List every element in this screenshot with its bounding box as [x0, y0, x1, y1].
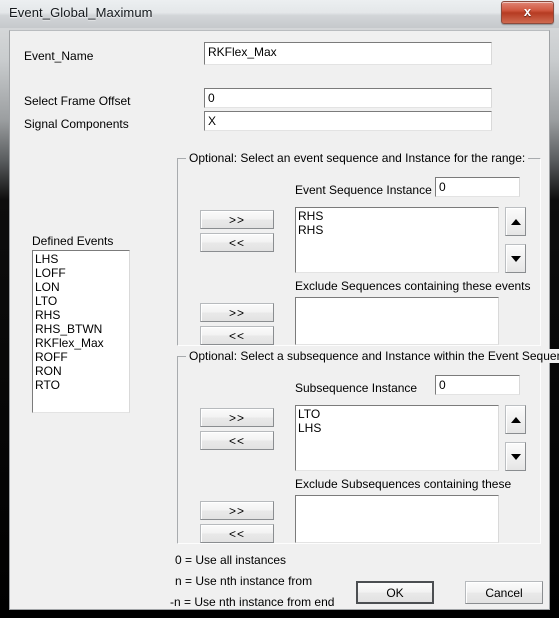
list-item[interactable]: RHS — [298, 209, 498, 223]
ok-button[interactable]: OK — [356, 581, 434, 604]
event-sequence-groupbox: Optional: Select an event sequence and I… — [177, 151, 541, 346]
down-arrow-icon — [510, 255, 521, 262]
down-arrow-icon — [510, 453, 521, 460]
list-item[interactable]: RON — [35, 364, 129, 378]
subsequence-instance-label: Subsequence Instance — [295, 381, 418, 395]
subsequence-scroll-down-button[interactable] — [505, 442, 526, 471]
dialog-window: Event_Global_Maximum x Event_Name RKFlex… — [0, 0, 559, 618]
subsequence-listbox[interactable]: LTO LHS — [295, 405, 499, 471]
close-button[interactable]: x — [501, 1, 554, 24]
subsequence-items: LTO LHS — [298, 407, 498, 435]
up-arrow-icon — [510, 218, 521, 225]
list-item[interactable]: RTO — [35, 378, 129, 392]
event-sequence-items: RHS RHS — [298, 209, 498, 237]
exclude-subsequences-add-button[interactable]: >> — [200, 501, 274, 520]
event-sequence-add-button[interactable]: >> — [200, 210, 274, 229]
event-name-label: Event_Name — [24, 49, 94, 63]
exclude-subsequences-listbox[interactable] — [295, 495, 499, 543]
signal-components-label: Signal Components — [24, 117, 129, 131]
exclude-sequences-label: Exclude Sequences containing these event… — [295, 279, 531, 293]
defined-events-label: Defined Events — [32, 234, 114, 248]
subsequence-groupbox-title: Optional: Select a subsequence and Insta… — [186, 349, 559, 363]
exclude-subsequences-remove-button[interactable]: << — [200, 524, 274, 543]
hint-nth-instance-from-end: -n = Use nth instance from end — [170, 595, 335, 609]
list-item[interactable]: LHS — [35, 252, 129, 266]
exclude-sequences-remove-button[interactable]: << — [200, 326, 274, 345]
event-name-input[interactable]: RKFlex_Max — [204, 42, 492, 65]
subsequence-groupbox: Optional: Select a subsequence and Insta… — [177, 349, 559, 544]
list-item[interactable]: LTO — [298, 407, 498, 421]
exclude-sequences-listbox[interactable] — [295, 297, 499, 345]
title-bar[interactable]: Event_Global_Maximum x — [0, 0, 559, 28]
hint-nth-instance: n = Use nth instance from — [175, 574, 313, 588]
up-arrow-icon — [510, 416, 521, 423]
frame-offset-label: Select Frame Offset — [24, 94, 131, 108]
hint-all-instances: 0 = Use all instances — [175, 553, 287, 567]
event-sequence-instance-label: Event Sequence Instance — [295, 183, 432, 197]
frame-offset-input[interactable]: 0 — [204, 88, 492, 108]
defined-events-listbox[interactable]: LHS LOFF LON LTO RHS RHS_BTWN RKFlex_Max ROFF RO… — [32, 250, 130, 413]
list-item[interactable]: LTO — [35, 294, 129, 308]
subsequence-instance-input[interactable]: 0 — [435, 375, 520, 395]
subsequence-remove-button[interactable]: << — [200, 431, 274, 450]
cancel-button[interactable]: Cancel — [465, 581, 543, 604]
list-item[interactable]: RHS — [298, 223, 498, 237]
exclude-subsequences-label: Exclude Subsequences containing these — [295, 477, 512, 491]
event-sequence-scroll-down-button[interactable] — [505, 244, 526, 273]
subsequence-scroll-up-button[interactable] — [505, 405, 526, 434]
defined-events-items: LHS LOFF LON LTO RHS RHS_BTWN RKFlex_Max ROFF RO… — [35, 252, 129, 392]
list-item[interactable]: LOFF — [35, 266, 129, 280]
signal-components-input[interactable]: X — [204, 111, 492, 131]
window-title: Event_Global_Maximum — [9, 5, 153, 20]
close-icon: x — [523, 4, 532, 19]
event-sequence-remove-button[interactable]: << — [200, 233, 274, 252]
dialog-client-area: Event_Name RKFlex_Max Select Frame Offse… — [9, 30, 559, 610]
list-item[interactable]: RHS_BTWN — [35, 322, 129, 336]
event-sequence-listbox[interactable]: RHS RHS — [295, 207, 499, 273]
event-sequence-groupbox-title: Optional: Select an event sequence and I… — [186, 151, 529, 165]
list-item[interactable]: LON — [35, 280, 129, 294]
event-sequence-scroll-up-button[interactable] — [505, 207, 526, 236]
list-item[interactable]: LHS — [298, 421, 498, 435]
exclude-sequences-add-button[interactable]: >> — [200, 303, 274, 322]
list-item[interactable]: RHS — [35, 308, 129, 322]
list-item[interactable]: ROFF — [35, 350, 129, 364]
event-sequence-instance-input[interactable]: 0 — [435, 177, 520, 197]
list-item[interactable]: RKFlex_Max — [35, 336, 129, 350]
subsequence-add-button[interactable]: >> — [200, 408, 274, 427]
